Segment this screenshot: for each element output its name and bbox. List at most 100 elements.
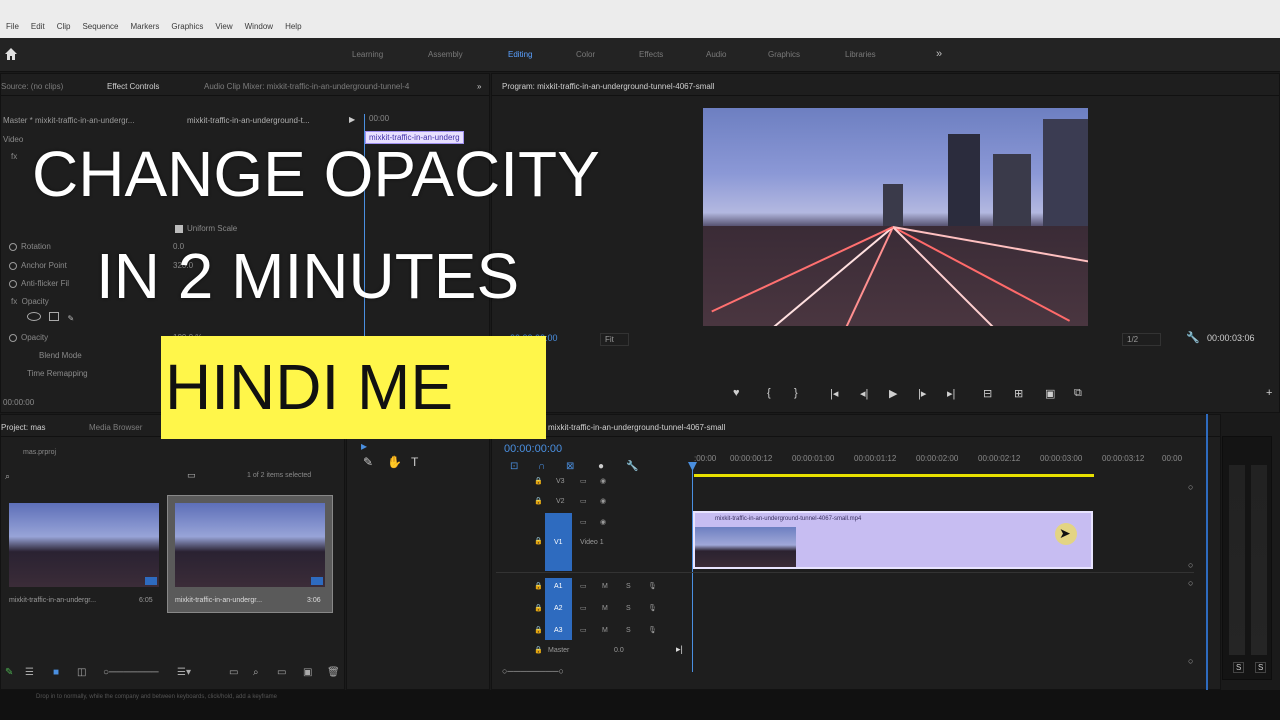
- toggle-sync-v2-icon[interactable]: ▭: [580, 497, 587, 505]
- tab-project[interactable]: Project: mas: [1, 423, 45, 432]
- mark-out-icon[interactable]: }: [794, 387, 798, 399]
- add-marker-icon[interactable]: ♥: [733, 387, 740, 399]
- rectangle-mask-icon[interactable]: [49, 312, 60, 321]
- add-button-icon[interactable]: +: [1266, 387, 1272, 399]
- project-thumb-1[interactable]: [9, 503, 159, 587]
- hand-tool-icon[interactable]: ✋: [387, 455, 402, 469]
- menu-file[interactable]: File: [6, 22, 19, 31]
- workspace-tab-editing[interactable]: Editing: [508, 50, 532, 59]
- find-icon[interactable]: ⌕: [253, 667, 259, 678]
- menu-window[interactable]: Window: [245, 22, 273, 31]
- workspace-tab-libraries[interactable]: Libraries: [845, 50, 876, 59]
- program-monitor-title[interactable]: Program: mixkit-traffic-in-an-undergroun…: [502, 82, 714, 91]
- selection-tool-icon[interactable]: ▸: [361, 439, 367, 453]
- master-track-volume[interactable]: 0.0: [614, 647, 624, 654]
- workspace-tab-learning[interactable]: Learning: [352, 50, 383, 59]
- lock-icon-a2[interactable]: 🔒: [534, 604, 543, 612]
- mic-icon-a1[interactable]: 🎙: [648, 582, 657, 590]
- menu-edit[interactable]: Edit: [31, 22, 45, 31]
- project-search-icon[interactable]: ⌕: [5, 471, 10, 482]
- eye-icon-v3[interactable]: ◉: [600, 477, 606, 485]
- pencil-icon[interactable]: ✎: [5, 667, 13, 678]
- menu-sequence[interactable]: Sequence: [82, 22, 118, 31]
- lock-icon-a1[interactable]: 🔒: [534, 582, 543, 590]
- lock-icon-v1[interactable]: 🔒: [534, 537, 543, 545]
- menu-clip[interactable]: Clip: [57, 22, 71, 31]
- menu-help[interactable]: Help: [285, 22, 301, 31]
- mute-a2[interactable]: M: [602, 605, 608, 612]
- mic-icon-a3[interactable]: 🎙: [648, 626, 657, 634]
- workspace-more-icon[interactable]: »: [936, 48, 942, 60]
- time-remapping-label[interactable]: Time Remapping: [27, 369, 88, 378]
- play-icon[interactable]: ▶: [889, 387, 897, 400]
- opacity-stopwatch-icon[interactable]: [9, 333, 17, 342]
- export-frame-icon[interactable]: ▣: [1045, 387, 1055, 400]
- workspace-tab-audio[interactable]: Audio: [706, 50, 726, 59]
- lock-icon-v3[interactable]: 🔒: [534, 477, 543, 485]
- automate-icon[interactable]: ▭: [229, 667, 238, 678]
- audio-scroll-top[interactable]: ○: [1188, 578, 1193, 588]
- panel-more-icon[interactable]: »: [477, 82, 481, 91]
- eye-icon-v2[interactable]: ◉: [600, 497, 606, 505]
- new-bin-icon[interactable]: ▭: [187, 470, 196, 481]
- insert-sequence-icon[interactable]: ⊡: [510, 461, 518, 472]
- sort-icon[interactable]: ☰▾: [177, 667, 191, 678]
- clip-select[interactable]: mixkit-traffic-in-an-underground-t...: [187, 116, 310, 125]
- solo-a3[interactable]: S: [626, 627, 631, 634]
- pen-mask-icon[interactable]: ✎: [67, 314, 74, 323]
- solo-a2[interactable]: S: [626, 605, 631, 612]
- vertical-scroll-top[interactable]: ○: [1188, 482, 1193, 492]
- menu-markers[interactable]: Markers: [131, 22, 160, 31]
- sync-lock-a2-icon[interactable]: ▭: [580, 604, 587, 612]
- menu-graphics[interactable]: Graphics: [171, 22, 203, 31]
- ellipse-mask-icon[interactable]: [27, 312, 41, 321]
- timeline-settings-icon[interactable]: 🔧: [626, 461, 638, 472]
- toggle-sync-v1-icon[interactable]: ▭: [580, 518, 587, 526]
- type-tool-icon[interactable]: T: [411, 455, 418, 469]
- home-icon[interactable]: [4, 47, 18, 61]
- solo-right-meter[interactable]: S: [1255, 662, 1267, 673]
- lock-icon-a3[interactable]: 🔒: [534, 626, 543, 634]
- lift-icon[interactable]: ⊟: [983, 387, 992, 400]
- timeline-video-clip[interactable]: mixkit-traffic-in-an-underground-tunnel-…: [693, 511, 1093, 569]
- fit-dropdown[interactable]: Fit: [600, 333, 629, 346]
- anchor-stopwatch-icon[interactable]: [9, 261, 17, 270]
- sync-lock-a1-icon[interactable]: ▭: [580, 582, 587, 590]
- snap-icon[interactable]: ∩: [538, 461, 545, 472]
- lock-icon-master[interactable]: 🔒: [534, 646, 543, 654]
- rotation-stopwatch-icon[interactable]: [9, 242, 17, 251]
- play-only-icon[interactable]: ▶: [349, 115, 355, 124]
- freeform-view-icon[interactable]: ◫: [77, 667, 86, 678]
- new-bin-footer-icon[interactable]: ▭: [277, 667, 286, 678]
- workspace-tab-graphics[interactable]: Graphics: [768, 50, 800, 59]
- icon-view-icon[interactable]: ■: [53, 667, 59, 678]
- workspace-tab-effects[interactable]: Effects: [639, 50, 663, 59]
- anti-flicker-stopwatch-icon[interactable]: [9, 279, 17, 288]
- lock-icon-v2[interactable]: 🔒: [534, 497, 543, 505]
- new-item-icon[interactable]: ▣: [303, 667, 312, 678]
- list-view-icon[interactable]: ☰: [25, 667, 34, 678]
- go-to-in-icon[interactable]: |◂: [830, 387, 838, 400]
- wrench-icon[interactable]: 🔧: [1186, 331, 1200, 344]
- resolution-dropdown[interactable]: 1/2: [1122, 333, 1162, 346]
- mute-a1[interactable]: M: [602, 583, 608, 590]
- work-area-bar[interactable]: [694, 474, 1094, 477]
- program-video-frame[interactable]: [703, 108, 1088, 326]
- go-to-out-icon[interactable]: ▸|: [947, 387, 955, 400]
- mute-a3[interactable]: M: [602, 627, 608, 634]
- opacity-group-row[interactable]: fx Opacity: [11, 297, 49, 306]
- mic-icon-a2[interactable]: 🎙: [648, 604, 657, 612]
- timeline-sequence-tab[interactable]: mixkit-traffic-in-an-underground-tunnel-…: [548, 423, 725, 432]
- solo-left-meter[interactable]: S: [1233, 662, 1245, 673]
- project-thumb-2[interactable]: [175, 503, 325, 587]
- timeline-zoom-scrollbar[interactable]: ○────────○: [502, 666, 564, 676]
- tab-source[interactable]: Source: (no clips): [1, 82, 63, 91]
- menu-view[interactable]: View: [215, 22, 232, 31]
- eye-icon-v1[interactable]: ◉: [600, 518, 606, 526]
- timeline-timecode[interactable]: 00:00:00:00: [504, 443, 562, 455]
- trash-icon[interactable]: 🗑: [327, 667, 340, 678]
- workspace-tab-assembly[interactable]: Assembly: [428, 50, 463, 59]
- sync-lock-a3-icon[interactable]: ▭: [580, 626, 587, 634]
- extract-icon[interactable]: ⊞: [1014, 387, 1023, 400]
- linked-selection-icon[interactable]: ⊠: [566, 461, 574, 472]
